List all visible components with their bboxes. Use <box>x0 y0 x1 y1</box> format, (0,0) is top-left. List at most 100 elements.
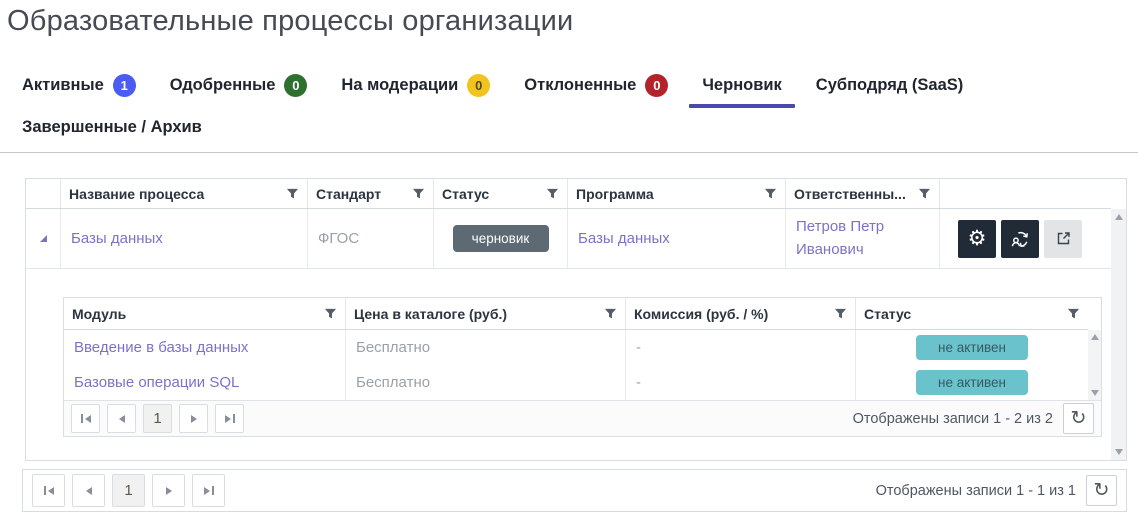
modules-grid-header: Модуль Цена в каталоге (руб.) Комиссия (… <box>64 298 1088 330</box>
scroll-down-icon[interactable] <box>1091 390 1099 396</box>
module-link[interactable]: Введение в базы данных <box>74 339 248 356</box>
filter-funnel-icon[interactable] <box>1067 307 1080 320</box>
row-expand-cell <box>26 209 61 268</box>
first-page-button[interactable] <box>71 404 100 433</box>
module-name-cell: Введение в базы данных <box>64 330 346 365</box>
modules-pager: 1 Отображены записи 1 - 2 из 2 ↻ <box>64 400 1101 436</box>
column-header-commission-label: Комиссия (руб. / %) <box>634 306 768 322</box>
pager-info: Отображены записи 1 - 2 из 2 <box>853 411 1053 427</box>
tab-approved[interactable]: Одобренные 0 <box>170 74 308 97</box>
refresh-button[interactable]: ↻ <box>1086 475 1117 506</box>
column-header-process-name: Название процесса <box>61 179 308 208</box>
column-header-program-label: Программа <box>576 186 654 202</box>
open-process-button[interactable] <box>1044 220 1082 258</box>
filter-funnel-icon[interactable] <box>918 187 931 200</box>
processes-grid: Название процесса Стандарт Статус Програ… <box>25 178 1127 461</box>
scroll-up-icon[interactable] <box>1091 334 1099 340</box>
column-header-responsible: Ответственны... <box>786 179 940 208</box>
person-swap-icon <box>1009 228 1031 250</box>
scroll-down-icon[interactable] <box>1115 449 1123 455</box>
column-header-status-label: Статус <box>442 186 489 202</box>
column-header-standard-label: Стандарт <box>316 186 381 202</box>
program-link[interactable]: Базы данных <box>578 230 670 247</box>
column-header-program: Программа <box>568 179 786 208</box>
price-value: Бесплатно <box>356 374 430 391</box>
column-header-actions <box>940 179 1111 208</box>
next-page-button[interactable] <box>152 474 185 507</box>
previous-page-button[interactable] <box>72 474 105 507</box>
table-row: Базы данных ФГОС черновик Базы данных Пе… <box>26 209 1111 269</box>
actions-cell: ⚙ <box>940 209 1111 268</box>
column-header-standard: Стандарт <box>308 179 434 208</box>
process-name-link[interactable]: Базы данных <box>71 230 163 247</box>
module-status-badge: не активен <box>916 335 1028 360</box>
tabs-divider <box>0 152 1138 153</box>
filter-funnel-icon[interactable] <box>546 187 559 200</box>
tab-subcontract[interactable]: Субподряд (SaaS) <box>816 76 964 95</box>
column-header-module-status: Статус <box>856 298 1088 329</box>
refresh-button[interactable]: ↻ <box>1063 403 1094 434</box>
filter-funnel-icon[interactable] <box>286 187 299 200</box>
filter-funnel-icon[interactable] <box>764 187 777 200</box>
column-header-status: Статус <box>434 179 568 208</box>
commission-cell: - <box>626 330 856 365</box>
next-page-button[interactable] <box>179 404 208 433</box>
status-badge: черновик <box>453 225 549 252</box>
page-number-button[interactable]: 1 <box>143 404 172 433</box>
module-name-cell: Базовые операции SQL <box>64 365 346 400</box>
filter-funnel-icon[interactable] <box>604 307 617 320</box>
grid-scrollbar[interactable] <box>1111 209 1126 460</box>
tab-rejected-label: Отклоненные <box>524 76 636 95</box>
tab-draft[interactable]: Черновик <box>702 76 781 95</box>
tab-active-label: Активные <box>22 76 104 95</box>
last-page-button[interactable] <box>192 474 225 507</box>
collapse-row-icon[interactable] <box>40 235 47 242</box>
first-page-button[interactable] <box>32 474 65 507</box>
expand-column-header <box>26 179 61 208</box>
page-number-button[interactable]: 1 <box>112 474 145 507</box>
module-status-badge: не активен <box>916 370 1028 395</box>
tab-archive-label: Завершенные / Архив <box>22 118 202 137</box>
column-header-module-label: Модуль <box>72 306 126 322</box>
row-detail-panel: Модуль Цена в каталоге (руб.) Комиссия (… <box>26 269 1111 460</box>
commission-cell: - <box>626 365 856 400</box>
refresh-icon: ↻ <box>1094 481 1110 500</box>
tab-moderation-label: На модерации <box>341 76 458 95</box>
previous-page-button[interactable] <box>107 404 136 433</box>
commission-value: - <box>636 339 641 356</box>
refresh-icon: ↻ <box>1071 409 1087 428</box>
tab-approved-count-badge: 0 <box>284 74 307 97</box>
processes-grid-header: Название процесса Стандарт Статус Програ… <box>26 179 1111 209</box>
tab-moderation-count-badge: 0 <box>467 74 490 97</box>
module-link[interactable]: Базовые операции SQL <box>74 374 239 391</box>
status-cell: черновик <box>434 209 568 268</box>
tab-active[interactable]: Активные 1 <box>22 74 136 97</box>
tab-bar: Активные 1 Одобренные 0 На модерации 0 О… <box>22 74 1128 137</box>
gear-icon: ⚙ <box>968 228 987 249</box>
last-page-button[interactable] <box>215 404 244 433</box>
filter-funnel-icon[interactable] <box>324 307 337 320</box>
column-header-price: Цена в каталоге (руб.) <box>346 298 626 329</box>
tab-archive[interactable]: Завершенные / Архив <box>22 118 202 137</box>
column-header-module-status-label: Статус <box>864 306 911 322</box>
column-header-commission: Комиссия (руб. / %) <box>626 298 856 329</box>
module-status-cell: не активен <box>856 330 1088 365</box>
tab-rejected[interactable]: Отклоненные 0 <box>524 74 668 97</box>
external-link-icon <box>1055 230 1072 247</box>
page-title: Образовательные процессы организации <box>7 5 573 38</box>
scroll-up-icon[interactable] <box>1115 214 1123 220</box>
commission-value: - <box>636 374 641 391</box>
filter-funnel-icon[interactable] <box>834 307 847 320</box>
tab-rejected-count-badge: 0 <box>645 74 668 97</box>
tab-moderation[interactable]: На модерации 0 <box>341 74 490 97</box>
standard-value: ФГОС <box>318 230 359 247</box>
settings-button[interactable]: ⚙ <box>958 220 996 258</box>
modules-scrollbar[interactable] <box>1088 330 1101 400</box>
responsible-cell: Петров Петр Иванович <box>786 209 940 268</box>
responsible-link[interactable]: Петров Петр Иванович <box>796 216 929 261</box>
table-row: Базовые операции SQL Бесплатно - не акти… <box>64 365 1088 400</box>
filter-funnel-icon[interactable] <box>412 187 425 200</box>
change-responsible-button[interactable] <box>1001 220 1039 258</box>
column-header-process-name-label: Название процесса <box>69 186 204 202</box>
price-value: Бесплатно <box>356 339 430 356</box>
